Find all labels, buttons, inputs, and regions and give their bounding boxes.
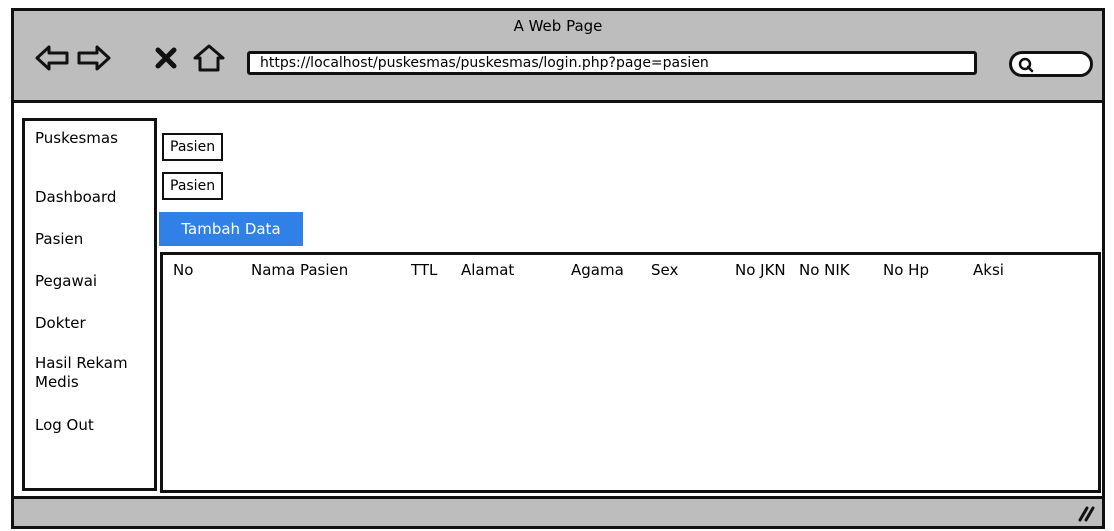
sidebar-item-hasil-rekam-medis[interactable]: Hasil Rekam Medis	[35, 354, 145, 392]
table-header-alamat: Alamat	[461, 261, 515, 279]
sidebar: Puskesmas Dashboard Pasien Pegawai Dokte…	[22, 118, 157, 491]
sidebar-item-pegawai[interactable]: Pegawai	[35, 272, 97, 291]
resize-grip-icon[interactable]	[1074, 504, 1096, 522]
browser-toolbar: A Web Page https://localhost/puskesmas/p…	[14, 11, 1102, 103]
table-header-sex: Sex	[651, 261, 679, 279]
search-field[interactable]	[1009, 51, 1093, 77]
home-icon[interactable]	[192, 43, 226, 73]
table-header-nama: Nama Pasien	[251, 261, 349, 279]
table-header-jkn: No JKN	[735, 261, 786, 279]
sidebar-item-dokter[interactable]: Dokter	[35, 314, 86, 333]
search-icon	[1018, 57, 1034, 73]
sidebar-item-logout[interactable]: Log Out	[35, 416, 94, 435]
table-header-ttl: TTL	[411, 261, 438, 279]
sidebar-item-dashboard[interactable]: Dashboard	[35, 188, 116, 207]
forward-arrow-icon[interactable]	[76, 43, 112, 73]
url-input[interactable]: https://localhost/puskesmas/puskesmas/lo…	[247, 51, 977, 75]
table-header-no: No	[173, 261, 194, 279]
window-title: A Web Page	[513, 17, 603, 35]
status-bar	[14, 496, 1102, 526]
breadcrumb-pasien[interactable]: Pasien	[162, 133, 224, 161]
table-header-agama: Agama	[571, 261, 624, 279]
patients-table: No Nama Pasien TTL Alamat Agama Sex No J…	[160, 252, 1101, 493]
table-header-nik: No NIK	[799, 261, 850, 279]
browser-window: A Web Page https://localhost/puskesmas/p…	[11, 8, 1105, 529]
table-header-aksi: Aksi	[973, 261, 1004, 279]
page-title: Pasien	[162, 172, 224, 200]
table-header-hp: No Hp	[883, 261, 929, 279]
back-arrow-icon[interactable]	[34, 43, 70, 73]
close-icon[interactable]	[154, 43, 178, 73]
sidebar-brand: Puskesmas	[35, 129, 118, 147]
sidebar-item-pasien[interactable]: Pasien	[35, 230, 83, 249]
add-data-button[interactable]: Tambah Data	[159, 212, 303, 246]
